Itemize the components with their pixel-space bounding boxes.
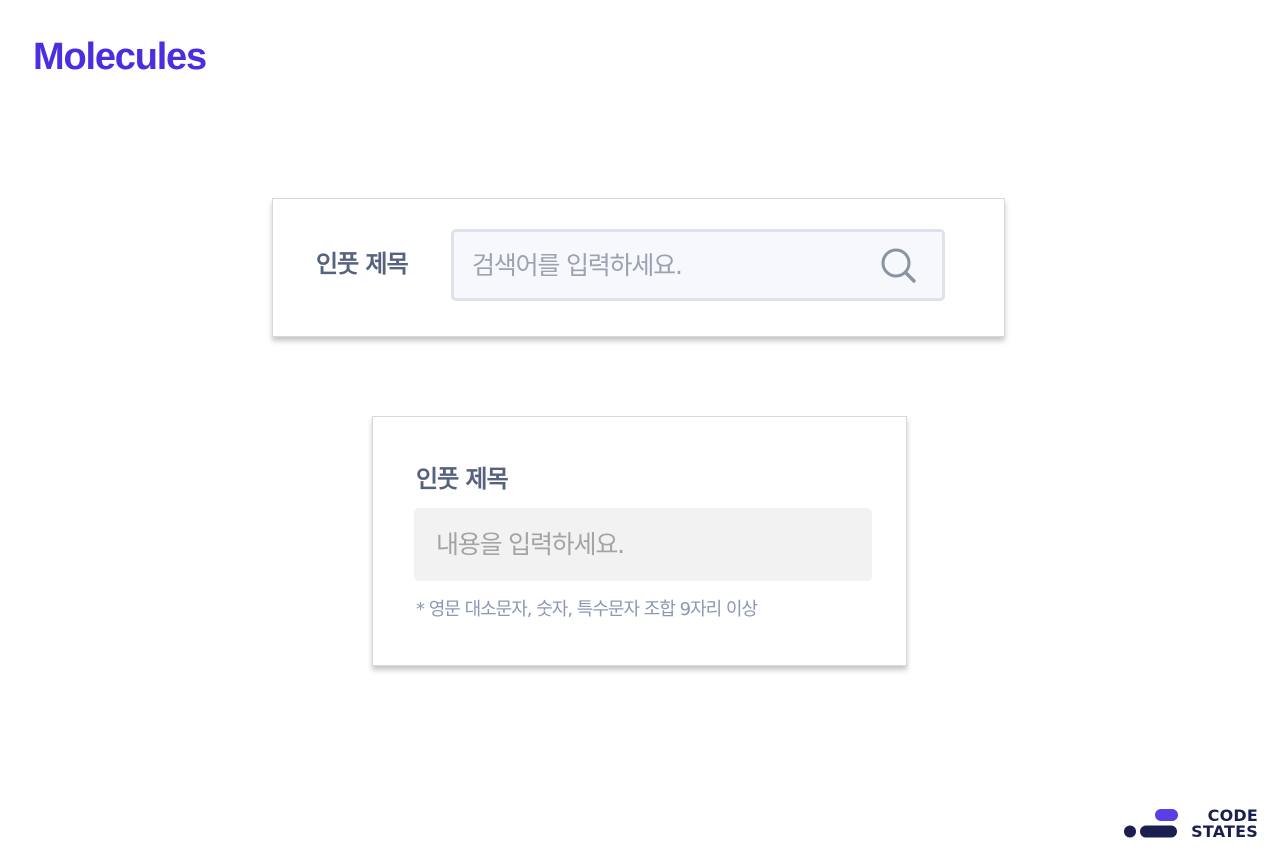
logo-wordmark: CODE STATES <box>1191 808 1258 840</box>
search-field-card: 인풋 제목 <box>272 198 1005 337</box>
helper-text: * 영문 대소문자, 숫자, 특수문자 조합 9자리 이상 <box>416 599 758 620</box>
code-states-logo: CODE STATES <box>1122 806 1258 842</box>
content-field-card: 인풋 제목 * 영문 대소문자, 숫자, 특수문자 조합 9자리 이상 <box>372 416 907 666</box>
search-box[interactable] <box>451 229 945 301</box>
page-title: Molecules <box>33 36 207 78</box>
content-input[interactable] <box>414 508 872 581</box>
logo-text-states: STATES <box>1191 822 1258 841</box>
code-states-logo-mark <box>1124 809 1178 838</box>
search-field-label: 인풋 제목 <box>316 250 409 278</box>
search-icon[interactable] <box>880 247 918 285</box>
content-field-label: 인풋 제목 <box>416 465 509 493</box>
search-input[interactable] <box>472 232 852 298</box>
molecules-page: { "page": { "title": "Molecules" }, "sea… <box>0 0 1280 863</box>
